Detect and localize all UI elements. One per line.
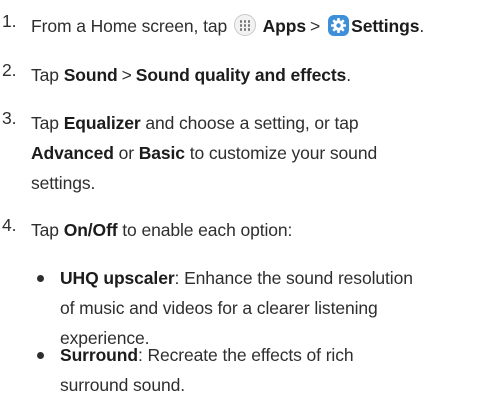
- surround-term: Surround: [60, 345, 138, 365]
- on-off-label: On/Off: [63, 220, 118, 240]
- step-number: 4.: [2, 215, 17, 235]
- bullet-text: Surround: Recreate the effects of rich s…: [60, 340, 354, 400]
- advanced-label: Advanced: [31, 143, 114, 163]
- separator: >: [121, 65, 132, 85]
- bullet-dot: [37, 275, 44, 282]
- text: and choose a setting, or tap: [140, 113, 359, 133]
- bullet-2-line-2: surround sound.: [60, 375, 185, 395]
- step-2-text: Tap: [31, 65, 64, 85]
- step-number: 2.: [2, 60, 17, 80]
- text: : Enhance the sound resolution: [174, 268, 413, 288]
- step-text: From a Home screen, tap Apps > Settings.: [31, 11, 424, 41]
- equalizer-label: Equalizer: [63, 113, 141, 133]
- step-number: 3.: [2, 108, 17, 128]
- apps-grid-icon: [233, 14, 256, 36]
- bullet-1-line-2: of music and videos for a clearer listen…: [60, 298, 378, 318]
- step-3-line-3: settings.: [31, 173, 96, 193]
- step-text: Tap On/Off to enable each option:: [31, 215, 292, 245]
- bullet-dot: [37, 352, 44, 359]
- instructions-document: 1. From a Home screen, tap Apps > Settings…: [0, 0, 504, 395]
- bullet-1-line-1: UHQ upscaler: Enhance the sound resoluti…: [60, 263, 413, 293]
- step-number: 1.: [2, 11, 17, 31]
- step-text: Tap Sound > Sound quality and effects.: [31, 60, 351, 90]
- text: Tap: [31, 220, 64, 240]
- basic-label: Basic: [138, 143, 185, 163]
- settings-gear-icon: [328, 15, 350, 36]
- bullet-2-line-1: Surround: Recreate the effects of rich: [60, 340, 354, 370]
- step-3-line-1: Tap Equalizer and choose a setting, or t…: [31, 108, 377, 138]
- text: or: [113, 143, 139, 163]
- sound-label: Sound: [63, 65, 118, 85]
- separator: >: [310, 16, 321, 36]
- text: to customize your sound: [184, 143, 378, 163]
- step-text: Tap Equalizer and choose a setting, or t…: [31, 108, 377, 198]
- step-2-end: .: [346, 65, 351, 85]
- sound-quality-label: Sound quality and effects: [135, 65, 347, 85]
- text: Tap: [31, 113, 64, 133]
- text: to enable each option:: [117, 220, 293, 240]
- uhq-upscaler-term: UHQ upscaler: [60, 268, 175, 288]
- settings-label: Settings: [351, 16, 420, 36]
- step-3-line-2: Advanced or Basic to customize your soun…: [31, 138, 377, 168]
- step-1-text: From a Home screen, tap: [31, 16, 232, 36]
- text: : Recreate the effects of rich: [137, 345, 354, 365]
- apps-label: Apps: [262, 16, 306, 36]
- step-1-end: .: [419, 16, 425, 36]
